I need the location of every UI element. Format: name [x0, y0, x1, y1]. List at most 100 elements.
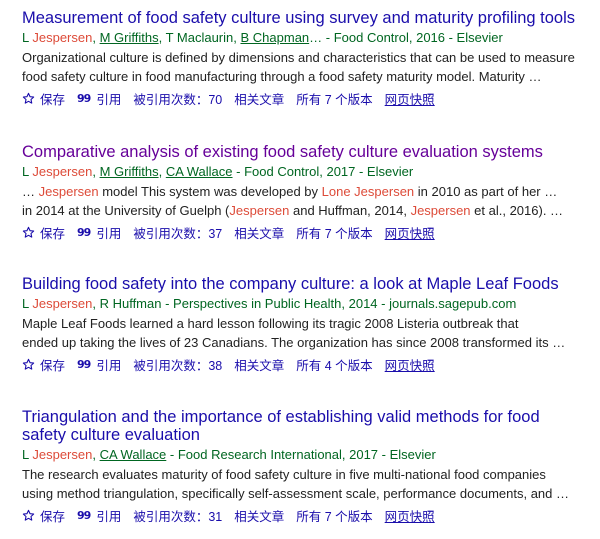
result-meta: L Jespersen, M Griffiths, T Maclaurin, B…	[22, 30, 582, 46]
author-profile-link[interactable]: CA Wallace	[100, 447, 167, 462]
result-item: Measurement of food safety culture using…	[22, 9, 582, 107]
author-name: Jespersen	[32, 447, 93, 462]
cite-button[interactable]: 99 引用	[77, 506, 121, 525]
snippet-line: The research evaluates maturity of food …	[22, 465, 582, 484]
result-title-link[interactable]: Comparative analysis of existing food sa…	[22, 143, 582, 161]
result-meta: L Jespersen, CA Wallace - Food Research …	[22, 447, 582, 463]
author-separator: ,	[158, 30, 166, 45]
save-button[interactable]: 保存	[22, 89, 65, 108]
cite-button[interactable]: 99 引用	[77, 355, 121, 374]
result-actions: 保存 99 引用 被引用次数：37 相关文章 所有 7 个版本 网页快照	[22, 223, 582, 241]
cite-button[interactable]: 99 引用	[77, 89, 121, 108]
result-item: Building food safety into the company cu…	[22, 275, 582, 373]
snippet-text: Maple Leaf Foods learned a hard lesson f…	[22, 316, 519, 331]
author-profile-link[interactable]: B Chapman	[241, 30, 310, 45]
star-icon	[22, 509, 35, 521]
save-label: 保存	[40, 226, 66, 241]
cited-by-link[interactable]: 被引用次数：37	[133, 223, 222, 242]
result-snippet: … Jespersen model This system was develo…	[22, 182, 582, 220]
related-articles-link[interactable]: 相关文章	[234, 223, 284, 242]
snippet-text: using method triangulation, specifically…	[22, 486, 569, 501]
author-profile-link[interactable]: CA Wallace	[166, 164, 233, 179]
snippet-text: ended up taking the lives of 23 Canadian…	[22, 335, 566, 350]
cite-label: 引用	[96, 509, 122, 524]
author-separator: ,	[92, 447, 100, 462]
author-separator: ,	[233, 30, 241, 45]
snippet-highlight: Jespersen	[38, 184, 99, 199]
save-label: 保存	[40, 509, 66, 524]
result-item: Triangulation and the importance of esta…	[22, 408, 582, 524]
author-name: Jespersen	[32, 296, 93, 311]
star-icon	[22, 226, 35, 238]
result-actions: 保存 99 引用 被引用次数：70 相关文章 所有 7 个版本 网页快照	[22, 89, 582, 107]
result-source: … - Food Control, 2016 - Elsevier	[309, 30, 503, 45]
cited-by-link[interactable]: 被引用次数：38	[133, 355, 222, 374]
save-label: 保存	[40, 358, 66, 373]
author-separator: ,	[92, 296, 100, 311]
result-title-link[interactable]: Measurement of food safety culture using…	[22, 9, 582, 27]
author-separator: ,	[92, 30, 100, 45]
author-initial: L	[22, 296, 33, 311]
author-profile-link[interactable]: M Griffiths	[100, 30, 159, 45]
snippet-line: in 2014 at the University of Guelph ( Jes…	[22, 201, 582, 220]
author-name: T Maclaurin	[165, 30, 234, 45]
cited-by-link[interactable]: 被引用次数：31	[133, 506, 222, 525]
result-snippet: The research evaluates maturity of food …	[22, 465, 582, 503]
author-separator: ,	[92, 164, 100, 179]
all-versions-link[interactable]: 所有 7 个版本	[296, 89, 372, 108]
snippet-text: and Huffman, 2014,	[289, 203, 411, 218]
result-snippet: Maple Leaf Foods learned a hard lesson f…	[22, 314, 582, 352]
related-articles-link[interactable]: 相关文章	[234, 355, 284, 374]
cited-by-link[interactable]: 被引用次数：70	[133, 89, 222, 108]
author-initial: L	[22, 447, 33, 462]
save-label: 保存	[40, 92, 66, 107]
snippet-highlight: Lone Jespersen	[321, 184, 415, 199]
snippet-text: in 2010 as part of her …	[414, 184, 558, 199]
related-articles-link[interactable]: 相关文章	[234, 506, 284, 525]
result-meta: L Jespersen, R Huffman - Perspectives in…	[22, 296, 582, 312]
quote-icon: 99	[77, 225, 91, 239]
cached-page-link[interactable]: 网页快照	[385, 223, 435, 242]
star-icon	[22, 358, 35, 370]
snippet-line: Organizational culture is defined by dim…	[22, 48, 582, 67]
result-source: - Food Research International, 2017 - El…	[166, 447, 436, 462]
result-meta: L Jespersen, M Griffiths, CA Wallace - F…	[22, 164, 582, 180]
save-button[interactable]: 保存	[22, 223, 65, 242]
cite-label: 引用	[96, 92, 122, 107]
snippet-text: The research evaluates maturity of food …	[22, 467, 546, 482]
cached-page-link[interactable]: 网页快照	[385, 355, 435, 374]
snippet-line: using method triangulation, specifically…	[22, 484, 582, 503]
author-name: Jespersen	[32, 30, 93, 45]
related-articles-link[interactable]: 相关文章	[234, 89, 284, 108]
author-name: Jespersen	[32, 164, 93, 179]
result-source: - Perspectives in Public Health, 2014 - …	[161, 296, 517, 311]
all-versions-link[interactable]: 所有 7 个版本	[296, 506, 372, 525]
save-button[interactable]: 保存	[22, 355, 65, 374]
result-actions: 保存 99 引用 被引用次数：38 相关文章 所有 4 个版本 网页快照	[22, 355, 582, 373]
all-versions-link[interactable]: 所有 7 个版本	[296, 223, 372, 242]
cached-page-link[interactable]: 网页快照	[385, 89, 435, 108]
result-title-link[interactable]: Building food safety into the company cu…	[22, 275, 582, 293]
snippet-line: ended up taking the lives of 23 Canadian…	[22, 333, 582, 352]
snippet-line: … Jespersen model This system was develo…	[22, 182, 582, 201]
author-initial: L	[22, 30, 33, 45]
result-title-link[interactable]: Triangulation and the importance of esta…	[22, 408, 582, 444]
result-source: - Food Control, 2017 - Elsevier	[232, 164, 414, 179]
snippet-text: food safety culture in food manufacturin…	[22, 69, 542, 84]
result-snippet: Organizational culture is defined by dim…	[22, 48, 582, 86]
author-profile-link[interactable]: M Griffiths	[100, 164, 159, 179]
cite-label: 引用	[96, 358, 122, 373]
cite-button[interactable]: 99 引用	[77, 223, 121, 242]
cached-page-link[interactable]: 网页快照	[385, 506, 435, 525]
result-item: Comparative analysis of existing food sa…	[22, 143, 582, 241]
snippet-text: Organizational culture is defined by dim…	[22, 50, 575, 65]
quote-icon: 99	[77, 508, 91, 522]
all-versions-link[interactable]: 所有 4 个版本	[296, 355, 372, 374]
snippet-text: …	[22, 184, 39, 199]
snippet-text: model This system was developed by	[98, 184, 322, 199]
snippet-text: in 2014 at the University of Guelph (	[22, 203, 230, 218]
quote-icon: 99	[77, 91, 91, 105]
quote-icon: 99	[77, 357, 91, 371]
snippet-highlight: Jespersen	[410, 203, 471, 218]
save-button[interactable]: 保存	[22, 506, 65, 525]
